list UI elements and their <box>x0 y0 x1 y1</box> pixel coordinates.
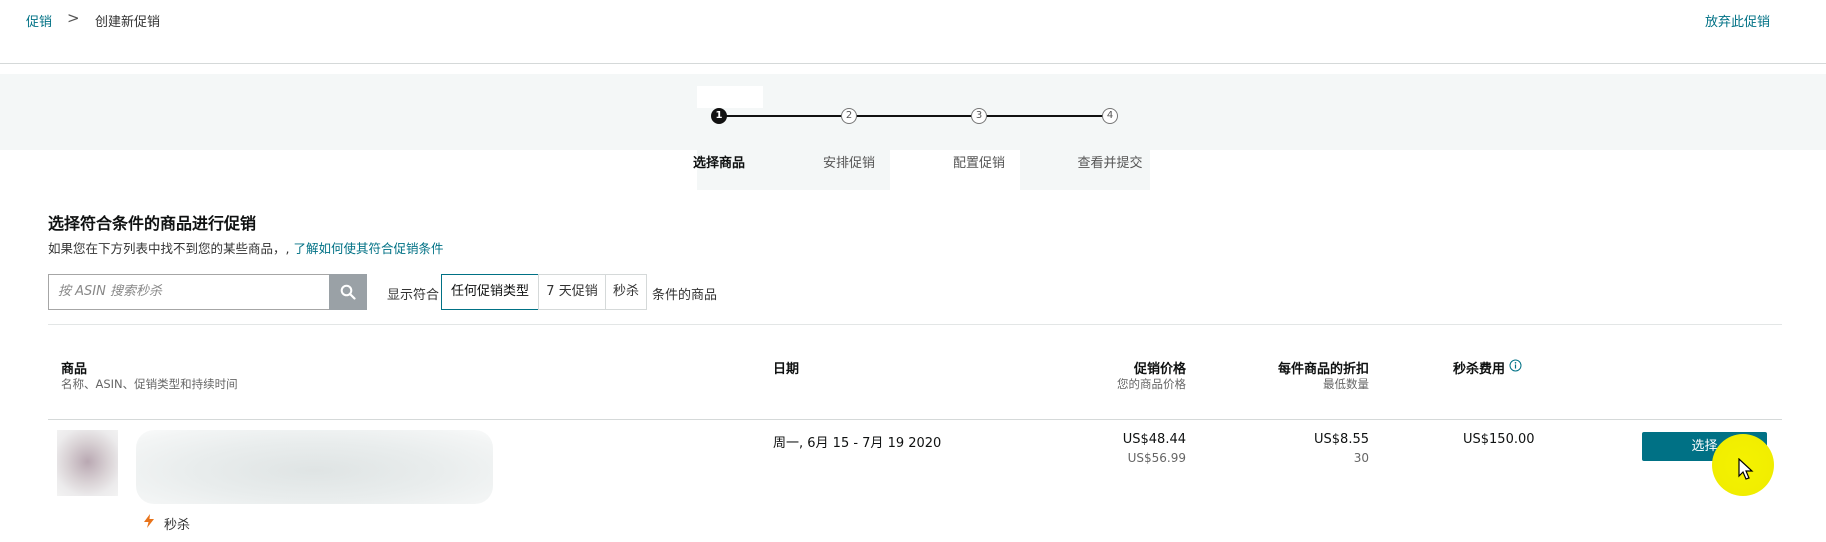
col-date-title: 日期 <box>773 362 800 377</box>
your-price: US$56.99 <box>1127 451 1186 465</box>
deal-price: US$48.44 <box>1122 432 1186 447</box>
product-thumbnail <box>57 430 118 496</box>
discount-per-item: US$8.55 <box>1314 432 1369 447</box>
step-3-indicator: 3 <box>971 108 987 124</box>
step-3-label: 配置促销 <box>952 156 1006 171</box>
band-notch <box>697 86 763 108</box>
filter-lightning[interactable]: 秒杀 <box>605 274 647 310</box>
col-discount-title: 每件商品的折扣 <box>1277 362 1369 377</box>
col-product-title: 商品 <box>61 362 88 377</box>
step-2-label: 安排促销 <box>822 156 876 171</box>
divider <box>48 324 1782 325</box>
step-4-label: 查看并提交 <box>1077 156 1143 171</box>
step-4-indicator: 4 <box>1102 108 1118 124</box>
stepper-connector <box>850 115 980 117</box>
filter-suffix: 条件的商品 <box>652 288 718 303</box>
stepper-connector <box>720 115 850 117</box>
col-fee-title: 秒杀费用 <box>1453 362 1506 377</box>
breadcrumb-promotions-link[interactable]: 促销 <box>26 11 52 30</box>
mouse-cursor-icon <box>1738 458 1754 480</box>
search-icon <box>340 284 356 300</box>
stepper-connector <box>980 115 1110 117</box>
filter-prefix: 显示符合 <box>387 288 440 303</box>
section-subtitle-text: 如果您在下方列表中找不到您的某些商品，, <box>48 241 294 256</box>
top-bar: 促销 > 创建新促销 放弃此促销 <box>0 0 1826 64</box>
band-notch <box>1150 150 1826 190</box>
filter-any-type[interactable]: 任何促销类型 <box>441 274 539 310</box>
step-1-indicator: 1 <box>711 108 727 124</box>
info-icon[interactable] <box>1509 359 1522 372</box>
section-title: 选择符合条件的商品进行促销 <box>48 214 257 233</box>
breadcrumb-current: 创建新促销 <box>95 15 161 30</box>
deal-type-label: 秒杀 <box>164 518 191 533</box>
divider <box>48 419 1782 420</box>
col-discount-subtitle: 最低数量 <box>1323 377 1369 391</box>
deal-fee: US$150.00 <box>1463 432 1535 447</box>
section-subtitle: 如果您在下方列表中找不到您的某些商品，, 了解如何使其符合促销条件 <box>48 238 443 257</box>
min-quantity: 30 <box>1353 451 1369 465</box>
lightning-icon <box>144 514 154 528</box>
band-notch <box>0 150 697 190</box>
abandon-promotion-link[interactable]: 放弃此促销 <box>1705 11 1770 30</box>
step-2-indicator: 2 <box>841 108 857 124</box>
col-price-subtitle: 您的商品价格 <box>1117 377 1186 391</box>
eligibility-help-link[interactable]: 了解如何使其符合促销条件 <box>293 241 443 256</box>
asin-search-input[interactable]: 按 ASIN 搜索秒杀 <box>48 274 329 310</box>
breadcrumb-chevron-icon: > <box>67 9 80 27</box>
col-price-title: 促销价格 <box>1133 362 1186 377</box>
product-name-redacted <box>136 430 493 504</box>
deal-date: 周一, 6月 15 - 7月 19 2020 <box>773 436 942 451</box>
step-1-label: 选择商品 <box>692 156 746 171</box>
filter-7-day[interactable]: 7 天促销 <box>538 274 606 310</box>
col-product-subtitle: 名称、ASIN、促销类型和持续时间 <box>61 377 238 391</box>
search-button[interactable] <box>329 274 367 310</box>
